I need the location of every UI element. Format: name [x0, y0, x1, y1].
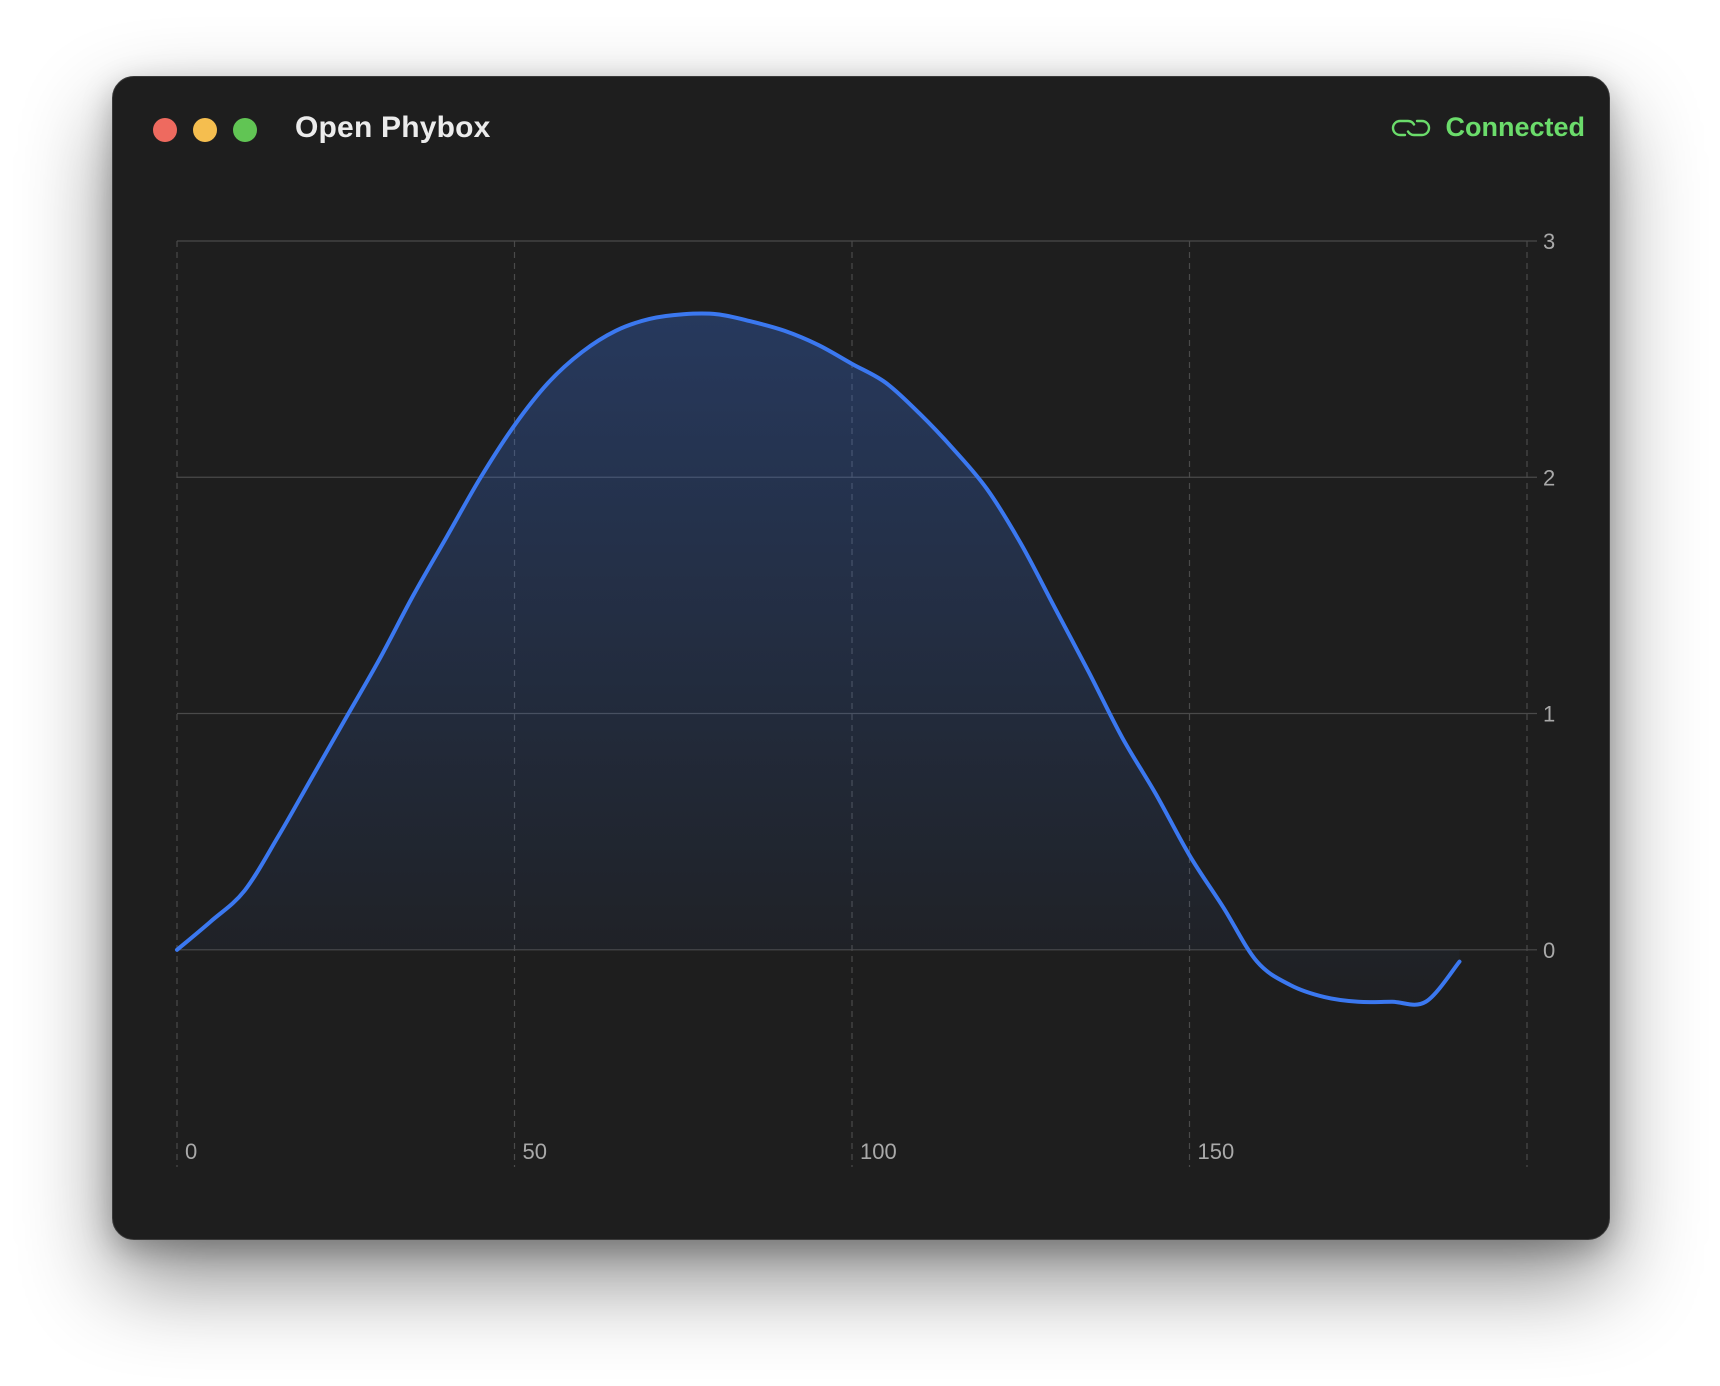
y-tick-label: 3: [1543, 229, 1555, 254]
y-tick-label: 0: [1543, 938, 1555, 963]
x-tick-label: 50: [523, 1139, 547, 1164]
x-tick-label: 0: [185, 1139, 197, 1164]
y-tick-label: 1: [1543, 702, 1555, 727]
series-area: [177, 313, 1460, 1005]
y-tick-label: 2: [1543, 465, 1555, 490]
x-tick-label: 100: [860, 1139, 897, 1164]
app-window: Open Phybox Connected 3 2 1 0 0 50 100 150: [112, 76, 1610, 1240]
x-tick-label: 150: [1198, 1139, 1235, 1164]
line-chart: 32100 50 100 150: [175, 229, 1555, 1167]
